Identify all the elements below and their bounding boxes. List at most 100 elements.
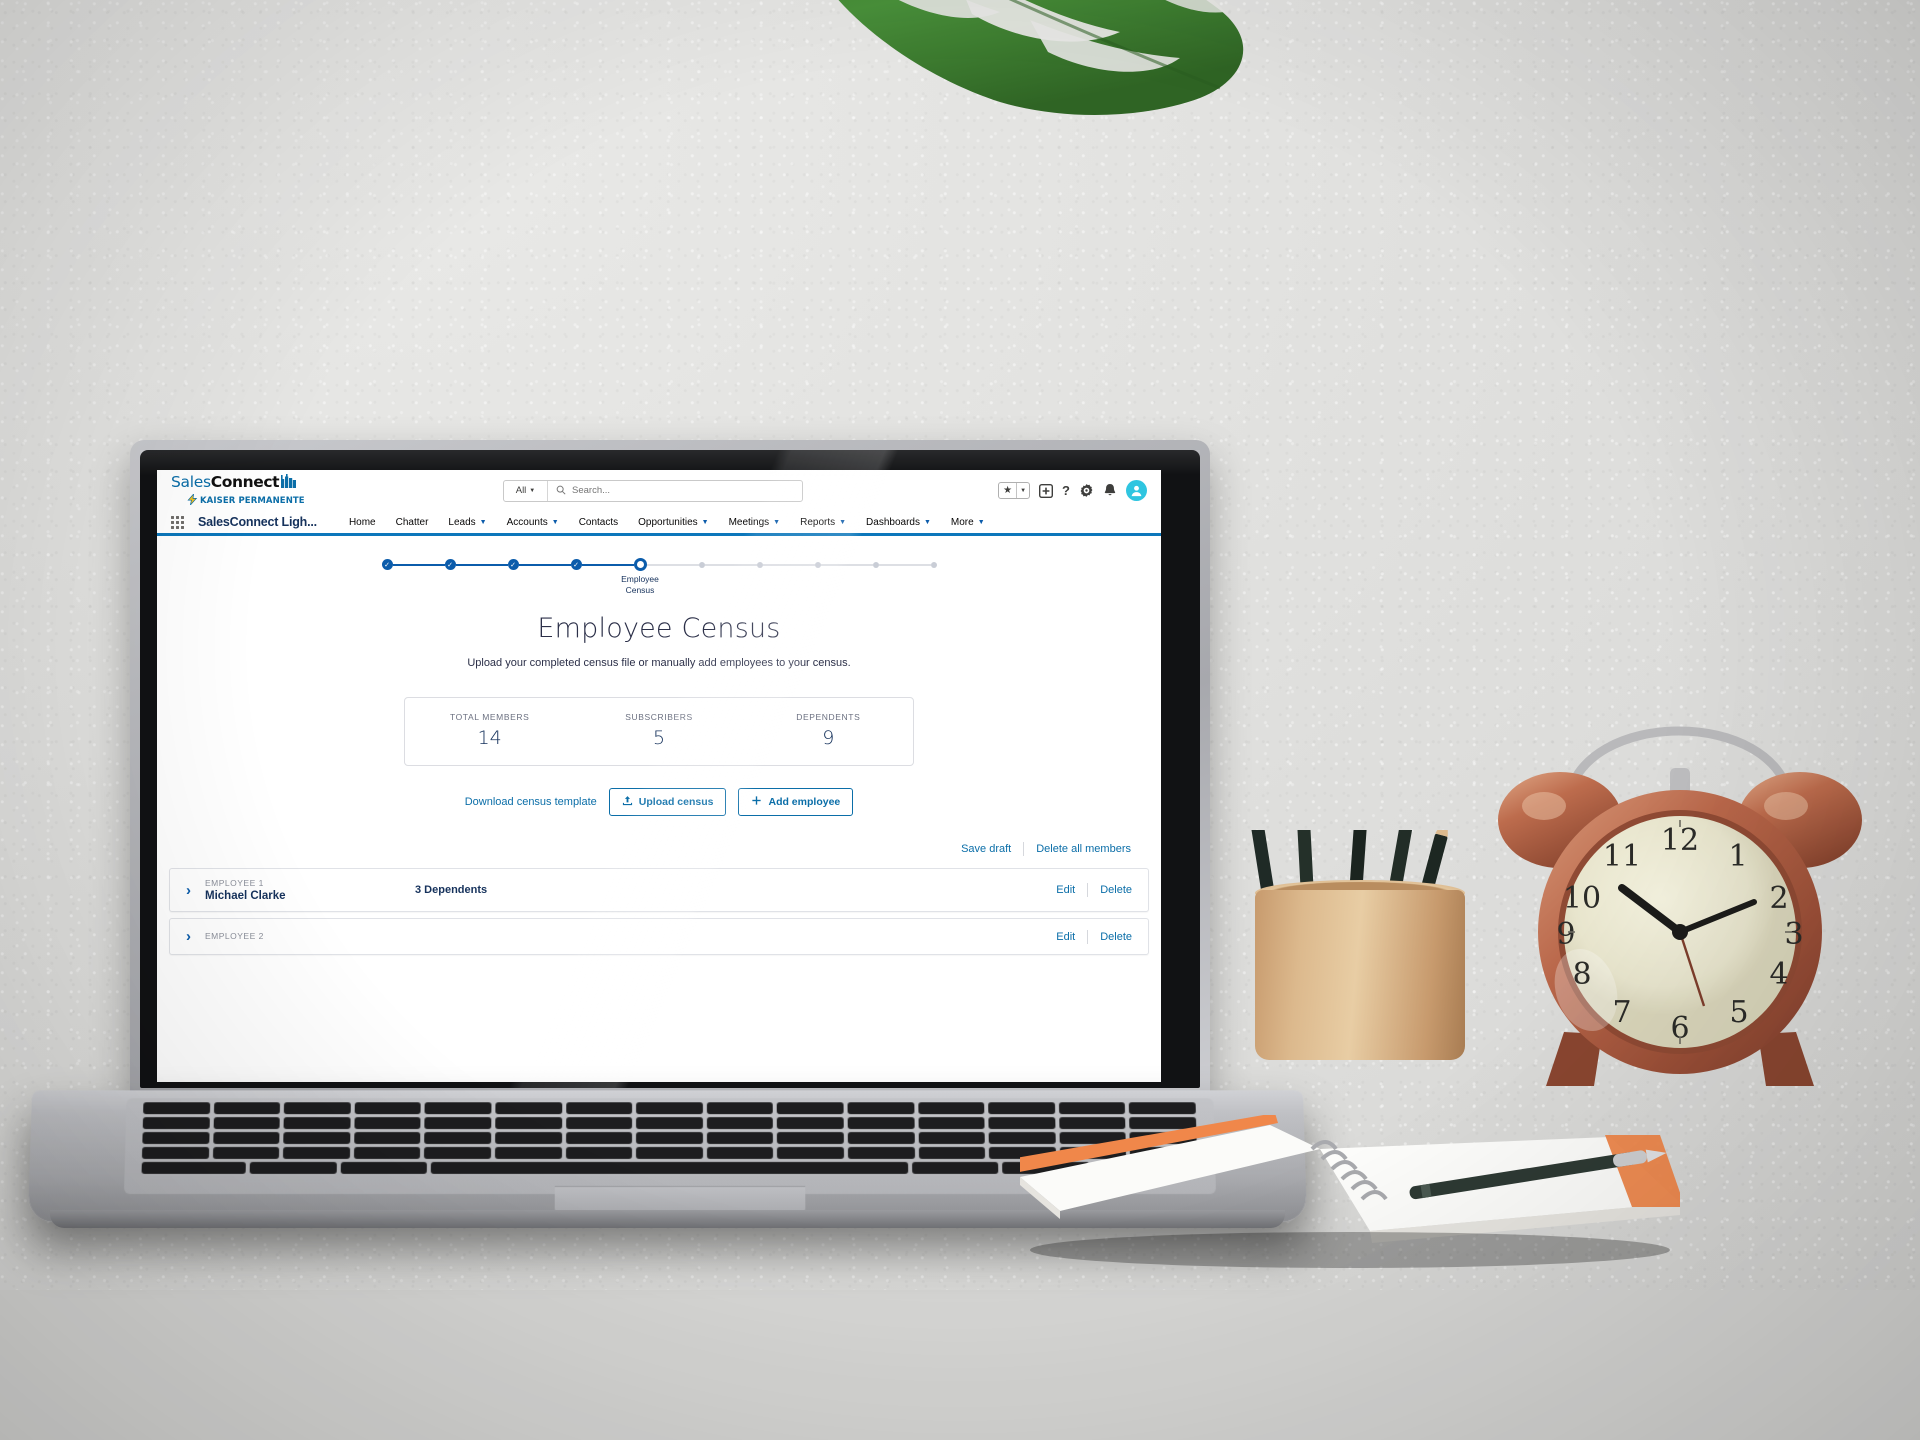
chevron-down-icon: ▼ (977, 518, 985, 526)
header-icon-group: ★ ▼ ? (998, 480, 1147, 501)
stepper-segment (518, 563, 571, 566)
stepper-step-1-done[interactable]: ✓ (381, 559, 393, 570)
stepper-step-9-todo[interactable] (872, 561, 879, 568)
nav-label: Dashboards (866, 516, 920, 528)
app-name-label[interactable]: SalesConnect Ligh... (198, 515, 317, 529)
stat-label: DEPENDENTS (796, 712, 861, 722)
upload-census-button[interactable]: Upload census (608, 788, 727, 816)
stepper-step-2-done[interactable]: ✓ (444, 559, 456, 570)
page-body: ✓ ✓ ✓ ✓ Employee Census Employee Census … (157, 536, 1161, 1082)
stat-label: SUBSCRIBERS (625, 712, 693, 722)
nav-item-more[interactable]: More ▼ (941, 511, 995, 533)
stepper-step-current-employee-census[interactable]: Employee Census (621, 558, 659, 595)
stat-value: 9 (822, 727, 835, 749)
nav-item-reports[interactable]: Reports ▼ (790, 511, 856, 533)
chevron-right-icon[interactable]: › (186, 882, 191, 899)
stat-dependents: DEPENDENTS 9 (744, 712, 913, 749)
employee-list: › EMPLOYEE 1 Michael Clarke 3 Dependents… (157, 868, 1161, 955)
pencil-cup (1244, 753, 1475, 1060)
favorites-control[interactable]: ★ ▼ (998, 482, 1031, 499)
nav-label: Accounts (506, 516, 548, 528)
save-draft-link[interactable]: Save draft (961, 843, 1011, 855)
stepper-step-10-todo[interactable] (930, 561, 937, 568)
photo-scene: Sales Connect KAISER PERMANENTE All ▼ Se… (0, 0, 1920, 1440)
nav-item-accounts[interactable]: Accounts ▼ (497, 511, 569, 533)
stepper-segment (646, 563, 699, 566)
stat-value: 5 (652, 727, 666, 749)
nav-item-chatter[interactable]: Chatter (386, 511, 439, 533)
favorites-star-icon[interactable]: ★ (999, 483, 1016, 498)
monstera-leaf (700, 0, 1320, 170)
nav-item-opportunities[interactable]: Opportunities ▼ (628, 511, 718, 533)
stepper-step-6-todo[interactable] (698, 561, 705, 568)
current-step-dot (633, 558, 647, 571)
chevron-down-icon: ▼ (773, 518, 781, 526)
nav-item-home[interactable]: Home (339, 511, 386, 533)
stepper-step-8-todo[interactable] (814, 561, 821, 568)
nav-label: Leads (448, 516, 476, 528)
stat-subscribers: SUBSCRIBERS 5 (574, 712, 743, 749)
stepper-segment (762, 563, 815, 566)
stepper-step-7-todo[interactable] (756, 561, 763, 568)
svg-text:5: 5 (1729, 995, 1748, 1030)
stepper-segment (820, 563, 873, 566)
notifications-bell-icon[interactable] (1103, 483, 1117, 498)
search-field-wrap[interactable] (548, 481, 802, 501)
kp-thrive-bolt-icon (187, 492, 198, 509)
nav-label: More (950, 516, 974, 528)
notebook (1010, 1113, 1685, 1305)
add-employee-button[interactable]: Add employee (738, 788, 854, 816)
nav-label: Chatter (395, 516, 429, 528)
census-actions: Download census template Upload census A… (157, 788, 1161, 816)
svg-text:4: 4 (1769, 957, 1788, 992)
census-summary-card: TOTAL MEMBERS 14 SUBSCRIBERS 5 DEPENDENT… (404, 697, 914, 766)
edit-employee-link[interactable]: Edit (1056, 884, 1075, 896)
employee-name: Michael Clarke (205, 890, 286, 902)
nav-item-meetings[interactable]: Meetings ▼ (719, 511, 791, 533)
svg-text:12: 12 (1661, 823, 1699, 858)
stepper-step-3-done[interactable]: ✓ (507, 559, 519, 570)
logo-sales-text: Sales (171, 473, 211, 492)
favorites-dropdown-icon[interactable]: ▼ (1016, 483, 1029, 498)
kaiser-permanente-text: KAISER PERMANENTE (200, 495, 305, 506)
pending-step-dot (814, 561, 821, 568)
global-search[interactable]: All ▼ (503, 479, 803, 502)
employee-row[interactable]: › EMPLOYEE 1 Michael Clarke 3 Dependents… (169, 868, 1149, 912)
employee-row[interactable]: › EMPLOYEE 2 Edit Delete (169, 918, 1149, 955)
delete-employee-link[interactable]: Delete (1100, 884, 1132, 896)
nav-item-contacts[interactable]: Contacts (569, 511, 628, 533)
edit-employee-link[interactable]: Edit (1056, 931, 1075, 943)
stat-total-members: TOTAL MEMBERS 14 (405, 712, 574, 749)
help-icon[interactable]: ? (1062, 484, 1070, 497)
setup-gear-icon[interactable] (1079, 483, 1094, 498)
alarm-clock: 12 1 2 3 4 5 6 7 8 9 10 11 (1490, 690, 1870, 1090)
user-avatar[interactable] (1126, 480, 1147, 501)
pending-step-dot (756, 561, 763, 568)
cup-body (1255, 890, 1465, 1060)
search-scope-label: All (515, 485, 527, 496)
nav-label: Contacts (578, 516, 619, 528)
add-item-icon[interactable] (1039, 483, 1054, 498)
stepper-current-label: Employee Census (610, 574, 670, 595)
search-scope-selector[interactable]: All ▼ (504, 480, 548, 501)
stat-label: TOTAL MEMBERS (449, 712, 530, 722)
stepper-segment (392, 563, 445, 566)
progress-stepper: ✓ ✓ ✓ ✓ Employee Census (157, 558, 1161, 595)
plus-icon (751, 795, 762, 809)
global-header: Sales Connect KAISER PERMANENTE All ▼ Se… (157, 470, 1161, 511)
nav-label: Home (348, 516, 376, 528)
delete-all-members-link[interactable]: Delete all members (1036, 843, 1131, 855)
download-census-template-link[interactable]: Download census template (465, 796, 597, 808)
chevron-right-icon[interactable]: › (186, 928, 191, 945)
employee-row-actions: Edit Delete (1056, 883, 1132, 897)
nav-item-dashboards[interactable]: Dashboards ▼ (856, 511, 941, 533)
chevron-down-icon: ▼ (701, 518, 709, 526)
delete-employee-link[interactable]: Delete (1100, 931, 1132, 943)
search-input[interactable] (572, 485, 794, 496)
census-sub-actions: Save draft Delete all members (157, 842, 1161, 856)
employee-identity: EMPLOYEE 1 Michael Clarke (205, 878, 415, 902)
app-launcher-icon[interactable] (171, 515, 184, 529)
salesconnect-logo[interactable]: Sales Connect KAISER PERMANENTE (171, 472, 305, 509)
stepper-step-4-done[interactable]: ✓ (570, 559, 582, 570)
nav-item-leads[interactable]: Leads ▼ (438, 511, 496, 533)
